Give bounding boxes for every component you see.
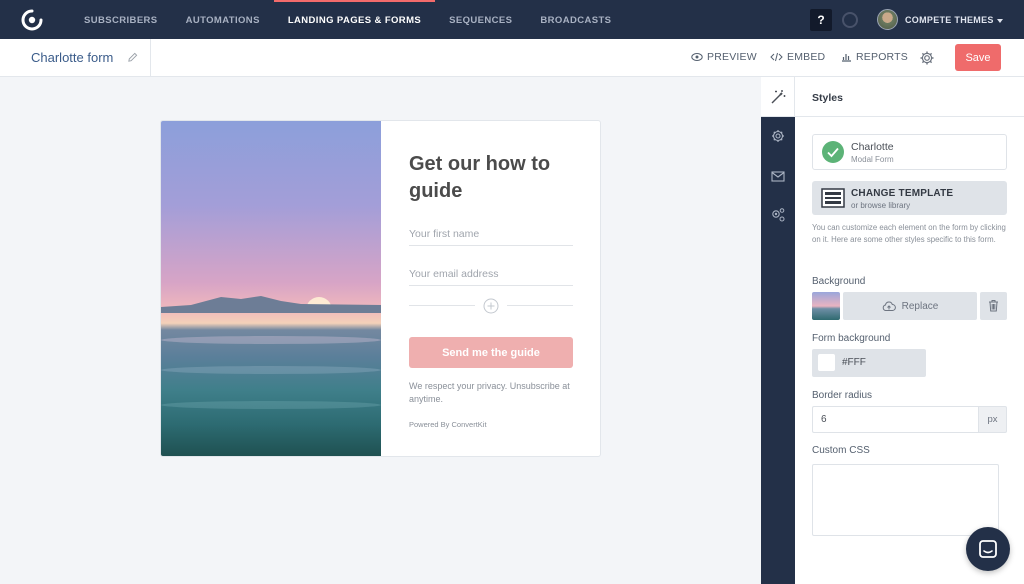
avatar[interactable] [877, 9, 898, 30]
pencil-icon[interactable] [127, 52, 138, 63]
form-background-value: #FFF [842, 357, 866, 368]
form-title[interactable]: Get our how to guide [409, 151, 579, 205]
wave-shape [161, 336, 381, 344]
bar-chart-icon [842, 54, 851, 62]
form-background-image[interactable] [161, 121, 381, 456]
powered-by-text[interactable]: Powered By ConvertKit [409, 420, 487, 429]
help-button[interactable]: ? [810, 9, 832, 31]
background-thumbnail[interactable] [812, 292, 840, 320]
change-template-label: CHANGE TEMPLATE [851, 188, 954, 199]
form-preview-card[interactable]: Get our how to guide Send me the guide W… [160, 120, 601, 457]
preview-button[interactable]: PREVIEW [691, 51, 757, 63]
divider [507, 305, 573, 306]
color-swatch[interactable] [818, 354, 835, 371]
hills-shape [161, 296, 381, 313]
form-background-color-picker[interactable]: #FFF [812, 349, 926, 377]
nav-links: SUBSCRIBERS AUTOMATIONS LANDING PAGES & … [70, 0, 625, 39]
chevron-down-icon [996, 18, 1003, 23]
email-field[interactable] [409, 262, 573, 286]
account-name: COMPETE THEMES [905, 15, 994, 25]
nav-item-automations[interactable]: AUTOMATIONS [172, 0, 274, 39]
form-name-container: Charlotte form [0, 39, 151, 76]
template-type: Modal Form [851, 155, 894, 164]
nav-item-landing-pages-forms[interactable]: LANDING PAGES & FORMS [273, 0, 436, 39]
add-field-row [409, 297, 573, 315]
embed-label: EMBED [787, 51, 826, 63]
envelope-icon[interactable] [770, 168, 786, 184]
panel-title: Styles [812, 92, 843, 104]
custom-css-textarea[interactable] [812, 464, 999, 536]
sidebar-rail [761, 77, 795, 584]
current-template-card[interactable]: Charlotte Modal Form [812, 134, 1007, 170]
code-icon [770, 52, 783, 62]
logo-icon[interactable] [20, 8, 44, 32]
settings-tab-gear-icon[interactable] [770, 128, 786, 144]
top-navigation: SUBSCRIBERS AUTOMATIONS LANDING PAGES & … [0, 0, 1024, 39]
advanced-settings-gears-icon[interactable] [770, 207, 786, 223]
chat-button[interactable] [966, 527, 1010, 571]
loading-spinner-icon [842, 12, 858, 28]
delete-background-button[interactable] [980, 292, 1007, 320]
template-name: Charlotte [851, 141, 894, 153]
custom-css-label: Custom CSS [812, 445, 870, 456]
nav-item-sequences[interactable]: SEQUENCES [435, 0, 526, 39]
nav-item-subscribers[interactable]: SUBSCRIBERS [70, 0, 172, 39]
first-name-field[interactable] [409, 222, 573, 246]
save-button[interactable]: Save [955, 44, 1001, 71]
replace-label: Replace [901, 300, 939, 312]
embed-button[interactable]: EMBED [770, 51, 825, 63]
replace-background-button[interactable]: Replace [843, 292, 977, 320]
privacy-text[interactable]: We respect your privacy. Unsubscribe at … [409, 380, 577, 406]
submit-button[interactable]: Send me the guide [409, 337, 573, 368]
wave-shape [161, 366, 381, 374]
trash-icon [989, 300, 998, 312]
styles-panel: Styles Charlotte Modal Form CHANGE TEMPL… [795, 77, 1024, 584]
styles-tab[interactable] [761, 77, 795, 117]
gear-icon[interactable] [919, 50, 935, 66]
account-menu[interactable]: COMPETE THEMES [905, 0, 1003, 39]
eye-icon [691, 53, 703, 61]
browse-library-label: or browse library [851, 201, 911, 210]
plus-circle-icon[interactable] [483, 298, 499, 314]
reports-button[interactable]: REPORTS [841, 51, 908, 63]
border-radius-input[interactable] [812, 406, 978, 433]
form-name[interactable]: Charlotte form [31, 50, 113, 65]
styles-help-text: You can customize each element on the fo… [812, 223, 1006, 244]
nav-item-broadcasts[interactable]: BROADCASTS [526, 0, 625, 39]
template-icon [821, 188, 845, 208]
check-icon [822, 141, 844, 163]
wave-shape [161, 401, 381, 409]
magic-wand-icon [771, 90, 786, 104]
form-background-label: Form background [812, 333, 891, 344]
border-radius-label: Border radius [812, 390, 873, 401]
editor-header: Charlotte form PREVIEW EMBED REPORTS Sav… [0, 39, 1024, 77]
cloud-upload-icon [882, 301, 896, 311]
chat-icon [979, 540, 997, 558]
border-radius-unit: px [978, 406, 1007, 433]
panel-header: Styles [795, 77, 1024, 117]
reports-label: REPORTS [856, 51, 908, 63]
divider [409, 305, 475, 306]
preview-label: PREVIEW [707, 51, 757, 63]
change-template-button[interactable]: CHANGE TEMPLATE or browse library [812, 181, 1007, 215]
background-label: Background [812, 276, 866, 287]
